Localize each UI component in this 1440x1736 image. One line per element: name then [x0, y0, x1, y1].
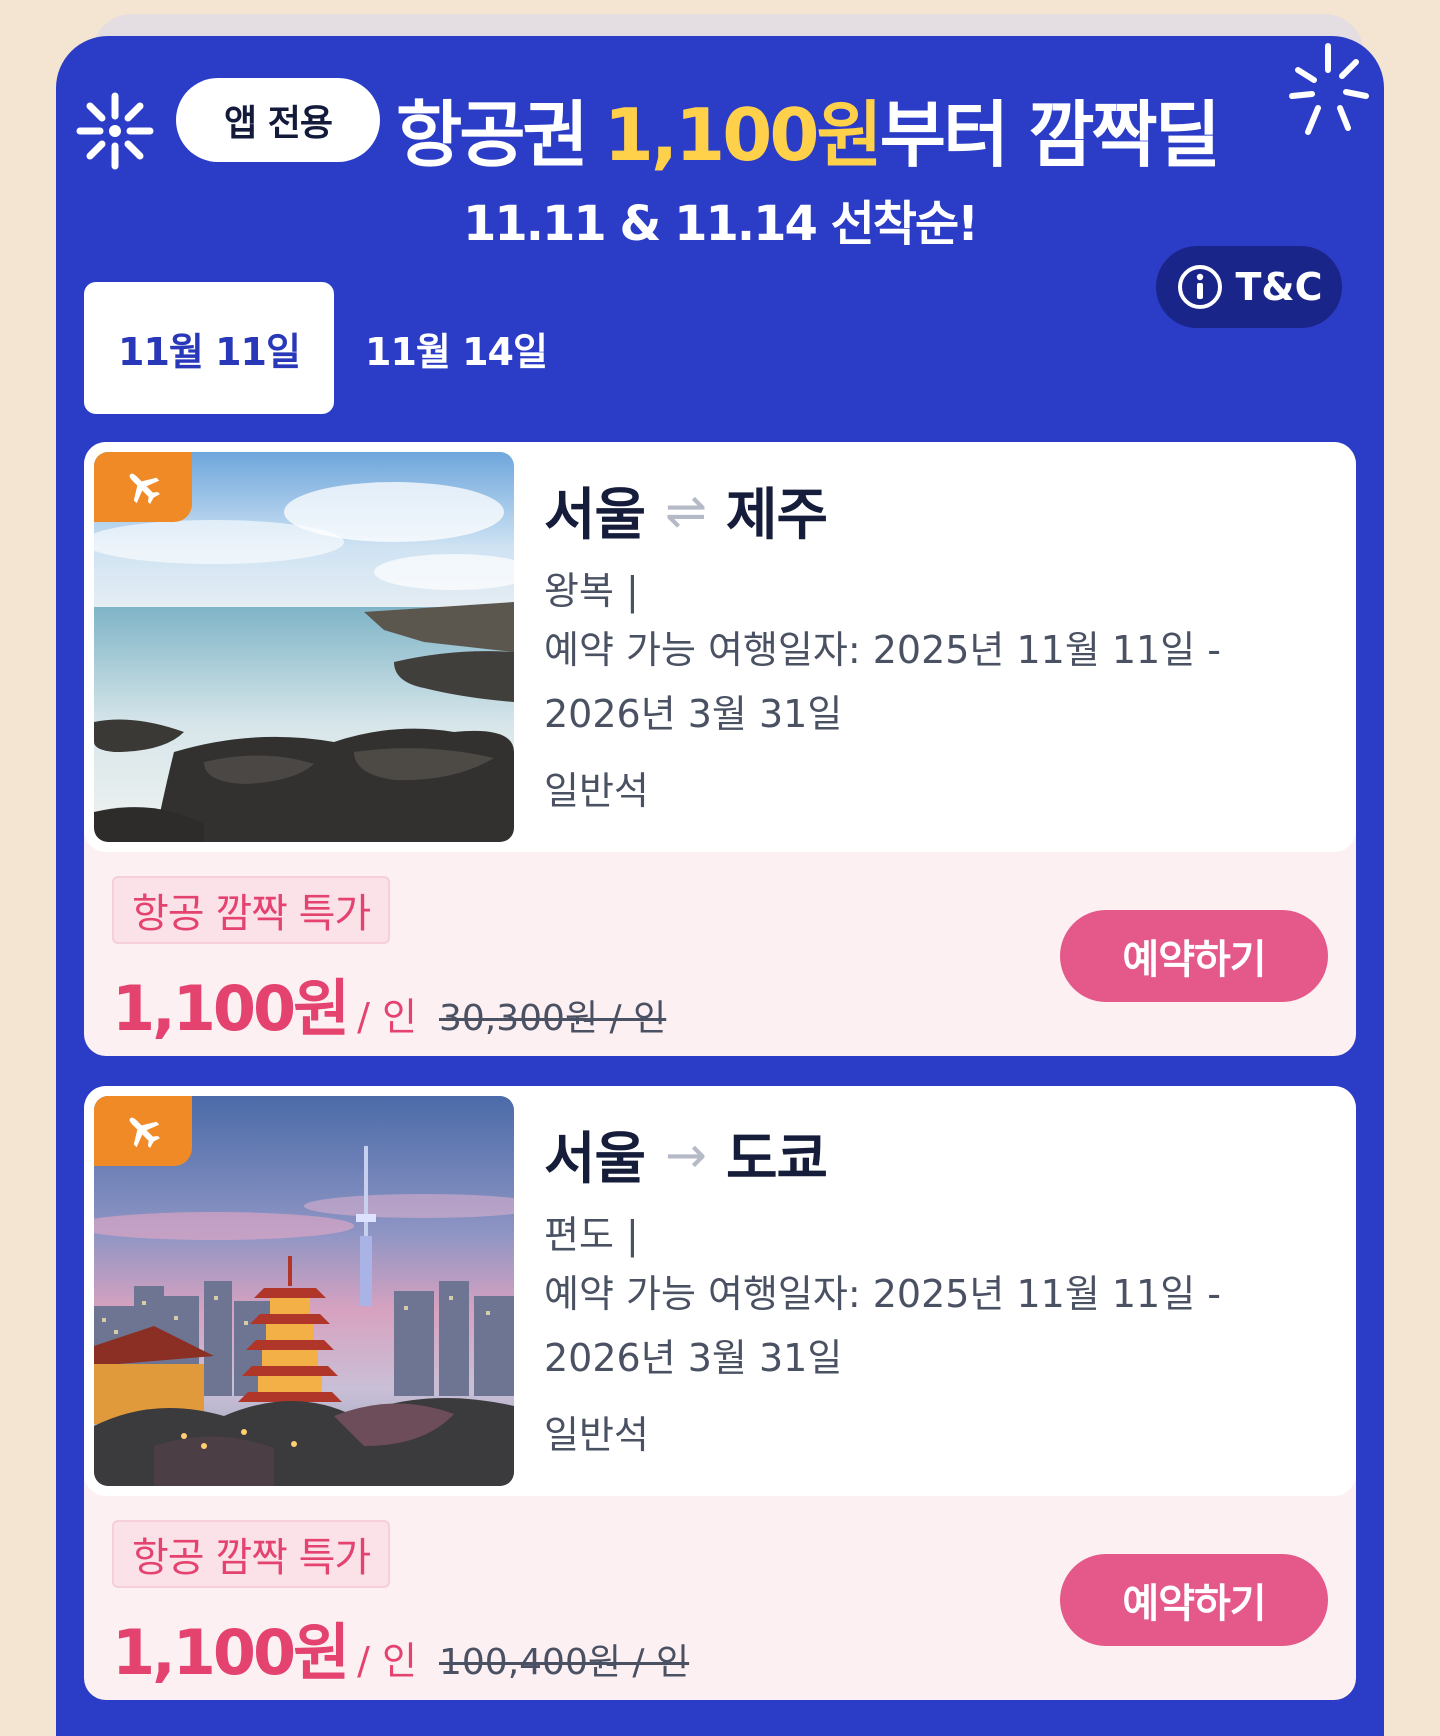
seat-class: 일반석 — [544, 769, 649, 813]
origin-city: 서울 — [544, 483, 646, 548]
travel-dates-line1: 예약 가능 여행일자: 2025년 11월 11일 - — [544, 1272, 1221, 1316]
headline-prefix: 항공권 — [396, 92, 589, 177]
sale-price: 1,100원 — [112, 1616, 350, 1689]
round-trip-arrow-icon: ⇌ — [665, 481, 707, 540]
promo-panel: 앱 전용 항공권 1,100원 부터 깜짝딜 11.11 & 11.14 선착순… — [56, 36, 1384, 1736]
tab-nov-14[interactable]: 11월 14일 — [346, 282, 566, 414]
travel-dates: 예약 가능 여행일자: 2025년 11월 11일 - 2026년 3월 31일 — [544, 618, 1304, 746]
travel-dates-line1: 예약 가능 여행일자: 2025년 11월 11일 - — [544, 628, 1221, 672]
one-way-arrow-icon: → — [665, 1125, 707, 1184]
sparkle-icon — [76, 92, 154, 170]
travel-dates-line2: 2026년 3월 31일 — [544, 692, 843, 736]
sale-price: 1,100원 — [112, 972, 350, 1045]
app-only-badge: 앱 전용 — [176, 78, 380, 162]
destination-city: 제주 — [725, 483, 828, 548]
airplane-badge — [94, 1096, 192, 1166]
destination-city: 도쿄 — [725, 1127, 828, 1192]
promo-headline: 항공권 1,100원 부터 깜짝딜 — [396, 78, 1221, 178]
per-person-label: / 인 — [357, 1639, 417, 1683]
airplane-icon — [129, 1117, 160, 1148]
travel-dates-line2: 2026년 3월 31일 — [544, 1336, 843, 1380]
price-row: 1,100원 / 인 100,400원 / 인 — [112, 1602, 689, 1692]
promo-tag: 항공 깜짝 특가 — [112, 1520, 391, 1588]
trip-type: 편도 | — [544, 1213, 639, 1257]
promo-subline: 11.11 & 11.14 선착순! — [462, 196, 979, 252]
book-button[interactable]: 예약하기 — [1060, 910, 1328, 1002]
airplane-badge — [94, 452, 192, 522]
book-button[interactable]: 예약하기 — [1060, 1554, 1328, 1646]
deal-card-jeju: 서울 ⇌ 제주 왕복 | 예약 가능 여행일자: 2025년 11월 11일 -… — [84, 442, 1356, 1056]
route-title: 서울 → 도쿄 — [544, 1114, 828, 1195]
per-person-label: / 인 — [357, 995, 417, 1039]
promo-tag: 항공 깜짝 특가 — [112, 876, 391, 944]
tc-label: T&C — [1235, 265, 1323, 309]
seat-class: 일반석 — [544, 1413, 649, 1457]
origin-city: 서울 — [544, 1127, 646, 1192]
headline-price: 1,100원 — [603, 92, 883, 177]
trip-type: 왕복 | — [544, 569, 639, 613]
original-price: 100,400원 / 인 — [439, 1642, 690, 1683]
sparkle-icon — [1289, 43, 1369, 135]
price-row: 1,100원 / 인 30,300원 / 인 — [112, 958, 666, 1048]
original-price: 30,300원 / 인 — [439, 998, 667, 1039]
airplane-icon — [129, 473, 160, 504]
info-icon — [1177, 265, 1222, 309]
promo-header: 앱 전용 항공권 1,100원 부터 깜짝딜 11.11 & 11.14 선착순… — [56, 36, 1384, 266]
tab-nov-11[interactable]: 11월 11일 — [84, 282, 334, 414]
travel-dates: 예약 가능 여행일자: 2025년 11월 11일 - 2026년 3월 31일 — [544, 1262, 1304, 1390]
deal-card-tokyo: 서울 → 도쿄 편도 | 예약 가능 여행일자: 2025년 11월 11일 -… — [84, 1086, 1356, 1700]
tc-button[interactable]: T&C — [1156, 246, 1342, 328]
route-title: 서울 ⇌ 제주 — [544, 470, 828, 551]
headline-suffix: 부터 깜짝딜 — [879, 92, 1221, 177]
